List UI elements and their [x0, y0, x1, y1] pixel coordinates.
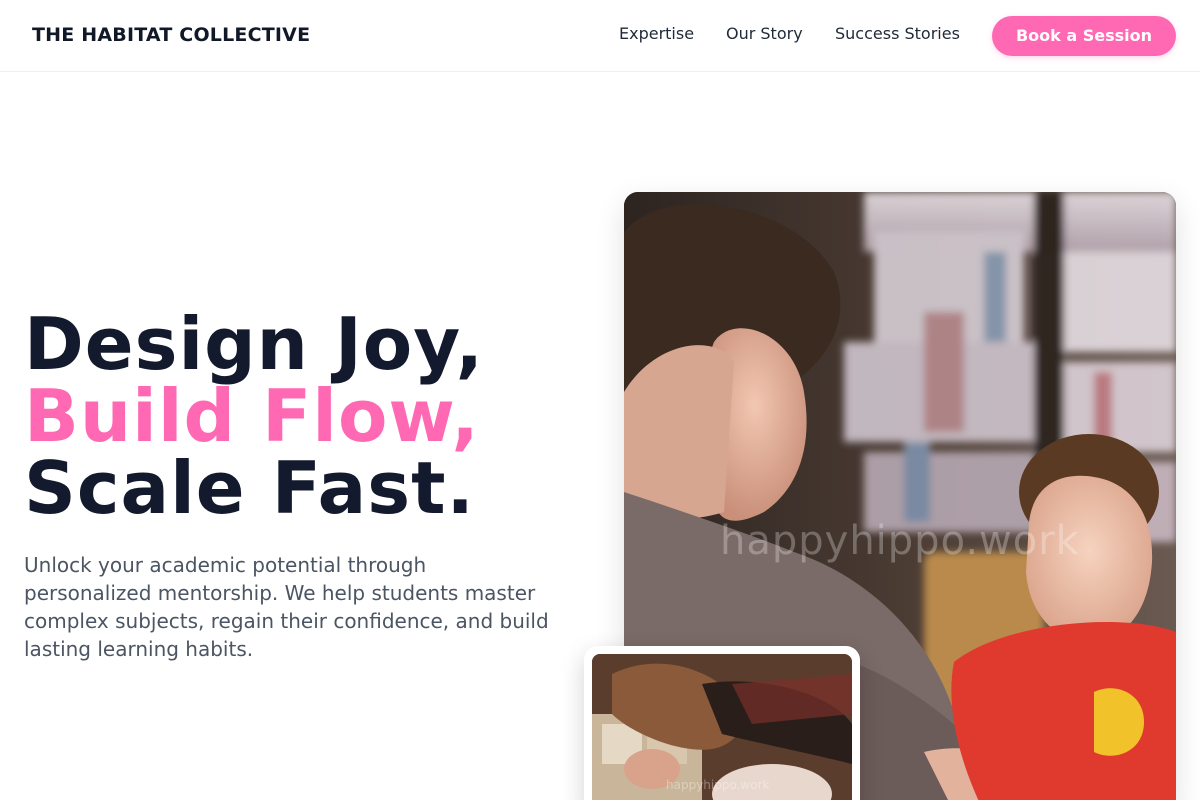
- hero-description: Unlock your academic potential through p…: [24, 553, 549, 661]
- headline-line-3: Scale Fast.: [24, 446, 475, 530]
- nav-link-success-stories[interactable]: Success Stories: [835, 24, 960, 43]
- nav-link-expertise[interactable]: Expertise: [619, 24, 694, 43]
- headline-line-2: Build Flow,: [24, 374, 480, 458]
- site-header: THE HABITAT COLLECTIVE Expertise Our Sto…: [0, 0, 1200, 72]
- brand-logo[interactable]: THE HABITAT COLLECTIVE: [32, 24, 310, 46]
- headline-line-1: Design Joy,: [24, 302, 484, 386]
- hero-headline: Design Joy, Build Flow, Scale Fast.: [24, 308, 584, 524]
- nav-link-our-story[interactable]: Our Story: [726, 24, 803, 43]
- book-session-button[interactable]: Book a Session: [992, 16, 1176, 56]
- inset-photo-watermark: happyhippo.work: [666, 778, 770, 792]
- inset-photo-tutoring: happyhippo.work: [592, 654, 852, 800]
- photo-watermark: happyhippo.work: [720, 518, 1080, 564]
- inset-photo-card: happyhippo.work: [584, 646, 860, 800]
